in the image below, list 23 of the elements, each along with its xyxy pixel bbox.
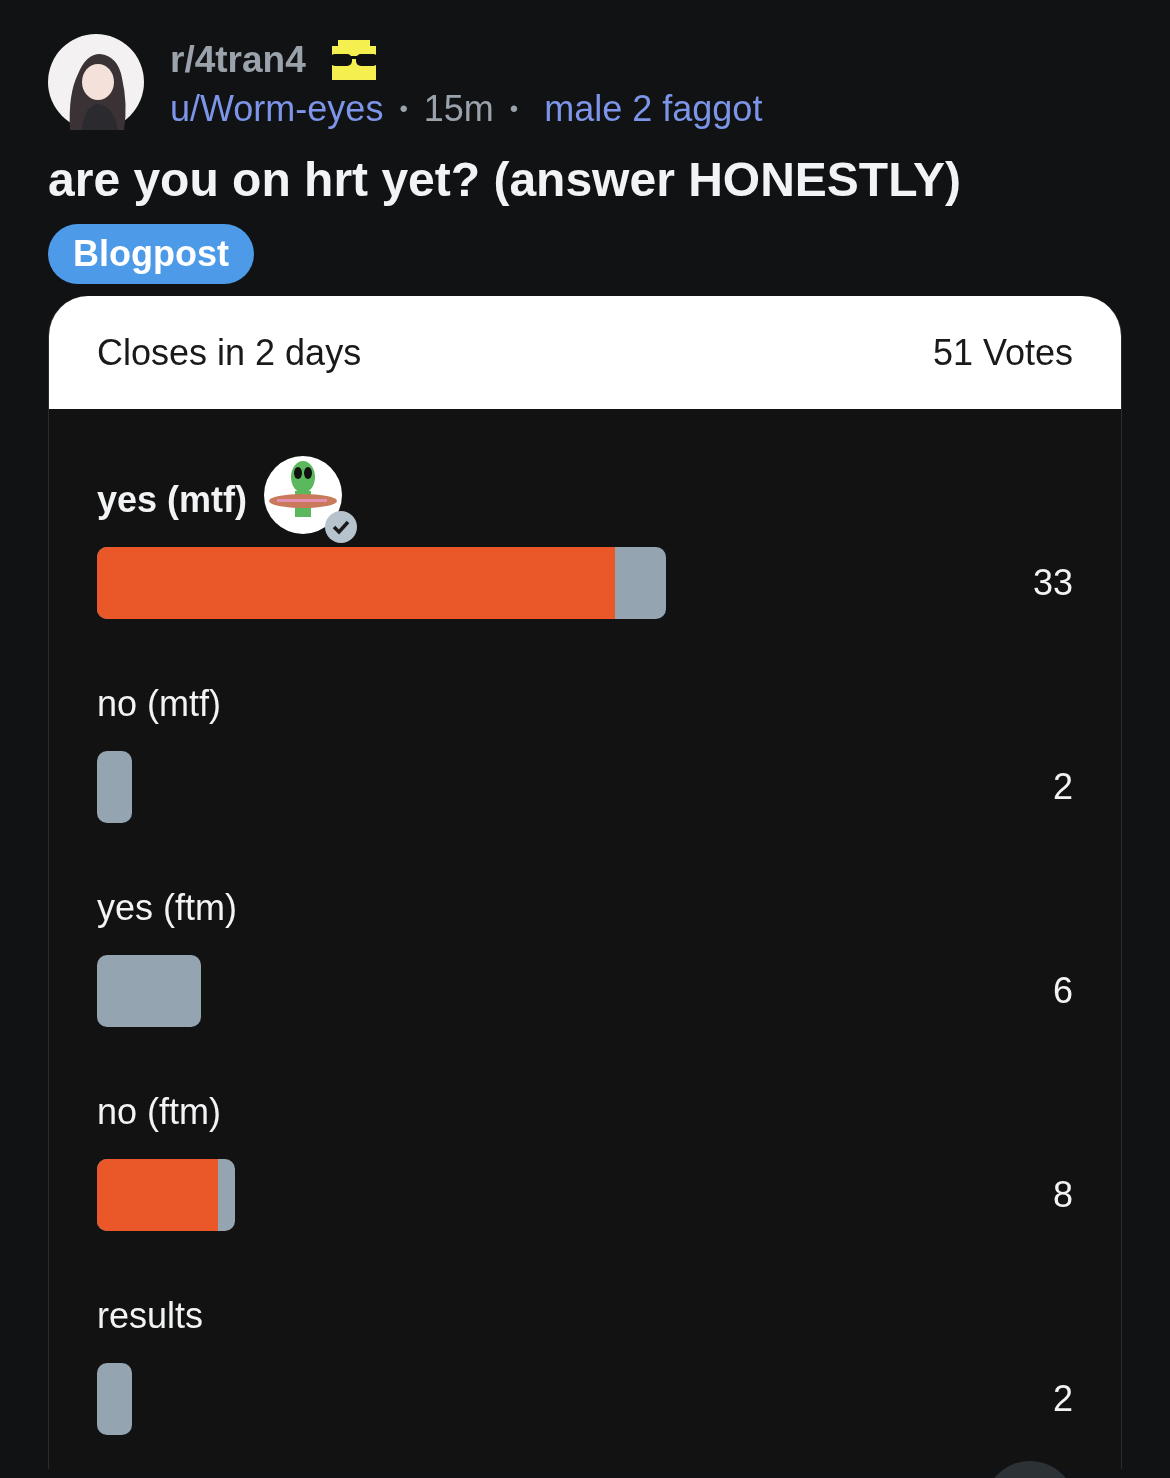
separator: • (399, 94, 408, 124)
username[interactable]: u/Worm-eyes (170, 86, 384, 132)
post-title: are you on hrt yet? (answer HONESTLY) (48, 152, 963, 208)
subreddit-name[interactable]: r/4tran4 (170, 37, 306, 83)
result-bar (97, 751, 132, 823)
option-label: results (97, 1294, 204, 1338)
post-age: 15m (423, 87, 494, 131)
check-icon (325, 511, 358, 543)
option-vote-count: 2 (1052, 765, 1073, 809)
option-label: no (ftm) (97, 1090, 221, 1134)
option-label: yes (ftm) (97, 886, 237, 930)
separator: • (509, 94, 519, 124)
option-label: yes (mtf) (97, 478, 248, 522)
vote-count: 51 Votes (932, 330, 1073, 375)
option-vote-count: 6 (1052, 969, 1073, 1013)
user-flair: male 2 faggot (544, 87, 763, 131)
option-vote-count: 8 (1052, 1173, 1073, 1217)
avatar[interactable] (48, 34, 144, 130)
result-bar (97, 1363, 132, 1435)
option-vote-count: 33 (1032, 561, 1073, 605)
poll-deadline: Closes in 2 days (97, 330, 362, 375)
option-vote-count: 2 (1052, 1377, 1073, 1421)
option-label: no (mtf) (97, 682, 221, 726)
